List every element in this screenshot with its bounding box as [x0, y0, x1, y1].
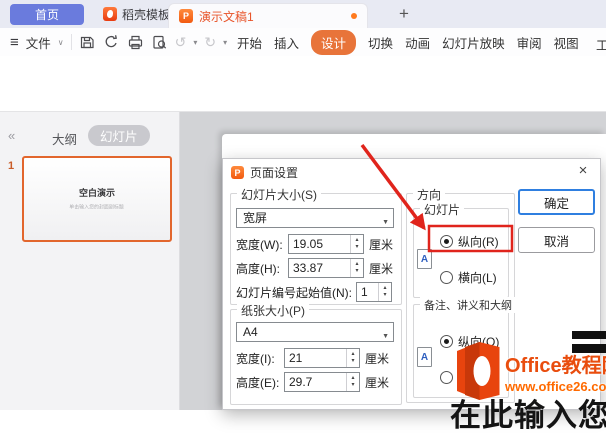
document-tab-label: 演示文稿1	[199, 8, 254, 25]
document-tab[interactable]: P 演示文稿1	[168, 3, 368, 28]
width-label: 宽度(W):	[236, 236, 288, 253]
site-watermark: Office教程网 www.office26.com	[452, 341, 606, 401]
export-icon[interactable]	[103, 34, 120, 51]
spinner[interactable]: ▴▾	[378, 283, 391, 301]
ribbon-tabs: 开始 插入 设计 切换 动画 幻灯片放映 审阅 视图	[237, 28, 579, 56]
tab-tools-clipped[interactable]: 工具	[596, 35, 606, 54]
paper-size-preset-dropdown[interactable]: A4 ▼	[236, 322, 394, 342]
portrait-page-icon: A	[417, 249, 432, 269]
docer-icon	[103, 7, 117, 21]
redo-icon[interactable]: ↻	[204, 35, 216, 49]
tab-slides-active[interactable]: 幻灯片	[88, 125, 150, 146]
wps-presentation-icon: P	[231, 166, 244, 179]
notes-orientation-legend: 备注、讲义和大纲	[420, 297, 516, 313]
slides-panel: « 大纲 幻灯片 1 空白演示 单击输入您的封面副标题	[0, 112, 180, 410]
file-caret-icon[interactable]: ∨	[58, 38, 64, 47]
slide-width-input[interactable]: 19.05 ▴▾	[288, 234, 364, 254]
unit-label: 厘米	[369, 236, 393, 253]
watermark-site-url: www.office26.com	[505, 379, 606, 394]
slide-size-preset-dropdown[interactable]: 宽屏 ▼	[236, 208, 394, 228]
portrait-radio-label: 纵向(R)	[458, 233, 499, 250]
portrait-page-icon: A	[417, 347, 432, 367]
chevron-down-icon: ▼	[382, 328, 389, 346]
dialog-titlebar[interactable]: P 页面设置 ×	[223, 159, 600, 183]
slides-orientation-legend: 幻灯片	[420, 201, 464, 218]
watermark-site-name: Office教程网	[505, 349, 606, 378]
docer-templates-tab[interactable]: 稻壳模板	[103, 0, 170, 28]
collapse-panel-icon[interactable]: «	[8, 128, 15, 143]
close-icon[interactable]: ×	[574, 161, 592, 179]
canvas-text-fragment	[572, 331, 606, 339]
landscape-radio-option[interactable]: 横向(L)	[440, 269, 497, 286]
slide-number: 1	[8, 160, 14, 172]
paper-height-input[interactable]: 29.7 ▴▾	[284, 372, 360, 392]
paper-size-legend: 纸张大小(P)	[237, 302, 309, 319]
paper-width-label: 宽度(I):	[236, 350, 284, 367]
spinner[interactable]: ▴▾	[346, 373, 359, 391]
tab-review[interactable]: 审阅	[517, 33, 542, 52]
print-preview-icon[interactable]	[151, 34, 168, 51]
paper-width-input[interactable]: 21 ▴▾	[284, 348, 360, 368]
home-tab[interactable]: 首页	[10, 4, 84, 25]
height-label: 高度(H):	[236, 260, 288, 277]
slide-size-group: 幻灯片大小(S) 宽屏 ▼ 宽度(W): 19.05 ▴▾ 厘米 高度(H): …	[230, 193, 402, 305]
slides-orientation-group: 幻灯片 A 纵向(R) 横向(L)	[413, 208, 509, 298]
portrait-radio-option[interactable]: 纵向(R)	[440, 233, 499, 250]
number-start-label: 幻灯片编号起始值(N):	[236, 284, 352, 301]
wps-presentation-icon: P	[179, 9, 193, 23]
design-ribbon: 魔法 VIP VIP VIP VIP 更多设计 导入模板 本文模板	[0, 56, 606, 112]
radio-selected-icon[interactable]	[440, 235, 453, 248]
new-tab-button[interactable]: +	[393, 2, 415, 26]
tab-transition[interactable]: 切换	[368, 33, 393, 52]
radio-icon[interactable]	[440, 271, 453, 284]
tab-view[interactable]: 视图	[554, 33, 579, 52]
dialog-title: 页面设置	[250, 164, 298, 181]
slide-thumb-subtitle: 单击输入您的封面副标题	[70, 202, 124, 209]
print-icon[interactable]	[127, 34, 144, 51]
slide-size-legend: 幻灯片大小(S)	[237, 186, 321, 203]
spinner[interactable]: ▴▾	[350, 259, 363, 277]
paper-size-preset-value: A4	[243, 325, 258, 339]
unsaved-indicator	[351, 13, 357, 19]
slide-thumb-title: 空白演示	[79, 186, 115, 199]
tab-animation[interactable]: 动画	[405, 33, 430, 52]
toolbar-more-icon[interactable]: ▾	[223, 38, 227, 47]
paper-height-label: 高度(E):	[236, 374, 284, 391]
tab-insert[interactable]: 插入	[274, 33, 299, 52]
chevron-down-icon: ▼	[382, 214, 389, 232]
tab-design-active[interactable]: 设计	[311, 30, 356, 55]
quick-access-toolbar: ≡ 文件 ∨ ↺ ▾ ↻ ▾	[10, 28, 227, 56]
unit-label: 厘米	[369, 260, 393, 277]
undo-icon[interactable]: ↺	[175, 35, 187, 49]
unit-label: 厘米	[365, 374, 389, 391]
file-menu[interactable]: 文件	[26, 33, 51, 52]
slide-1-thumbnail[interactable]: 空白演示 单击输入您的封面副标题	[22, 156, 172, 242]
undo-caret-icon[interactable]: ▾	[193, 38, 197, 47]
ok-button[interactable]: 确定	[518, 189, 595, 215]
tab-start[interactable]: 开始	[237, 33, 262, 52]
hamburger-icon[interactable]: ≡	[10, 34, 19, 51]
landscape-radio-label: 横向(L)	[458, 269, 497, 286]
tab-slideshow[interactable]: 幻灯片放映	[442, 33, 505, 52]
office-logo-icon	[452, 341, 502, 401]
save-icon[interactable]	[79, 34, 96, 51]
docer-templates-label: 稻壳模板	[122, 6, 170, 23]
window-tab-bar: 首页 稻壳模板 P 演示文稿1 +	[0, 0, 606, 28]
slide-size-preset-value: 宽屏	[243, 211, 267, 225]
divider	[71, 34, 72, 50]
menu-bar: ≡ 文件 ∨ ↺ ▾ ↻ ▾ 开始 插入 设计 切换 动画 幻灯片放映 审阅 视…	[0, 28, 606, 56]
cancel-button[interactable]: 取消	[518, 227, 595, 253]
tab-outline[interactable]: 大纲	[52, 129, 77, 148]
paper-size-group: 纸张大小(P) A4 ▼ 宽度(I): 21 ▴▾ 厘米 高度(E): 29.7…	[230, 309, 402, 405]
slide-height-input[interactable]: 33.87 ▴▾	[288, 258, 364, 278]
unit-label: 厘米	[365, 350, 389, 367]
number-start-input[interactable]: 1 ▴▾	[356, 282, 392, 302]
spinner[interactable]: ▴▾	[350, 235, 363, 253]
spinner[interactable]: ▴▾	[346, 349, 359, 367]
